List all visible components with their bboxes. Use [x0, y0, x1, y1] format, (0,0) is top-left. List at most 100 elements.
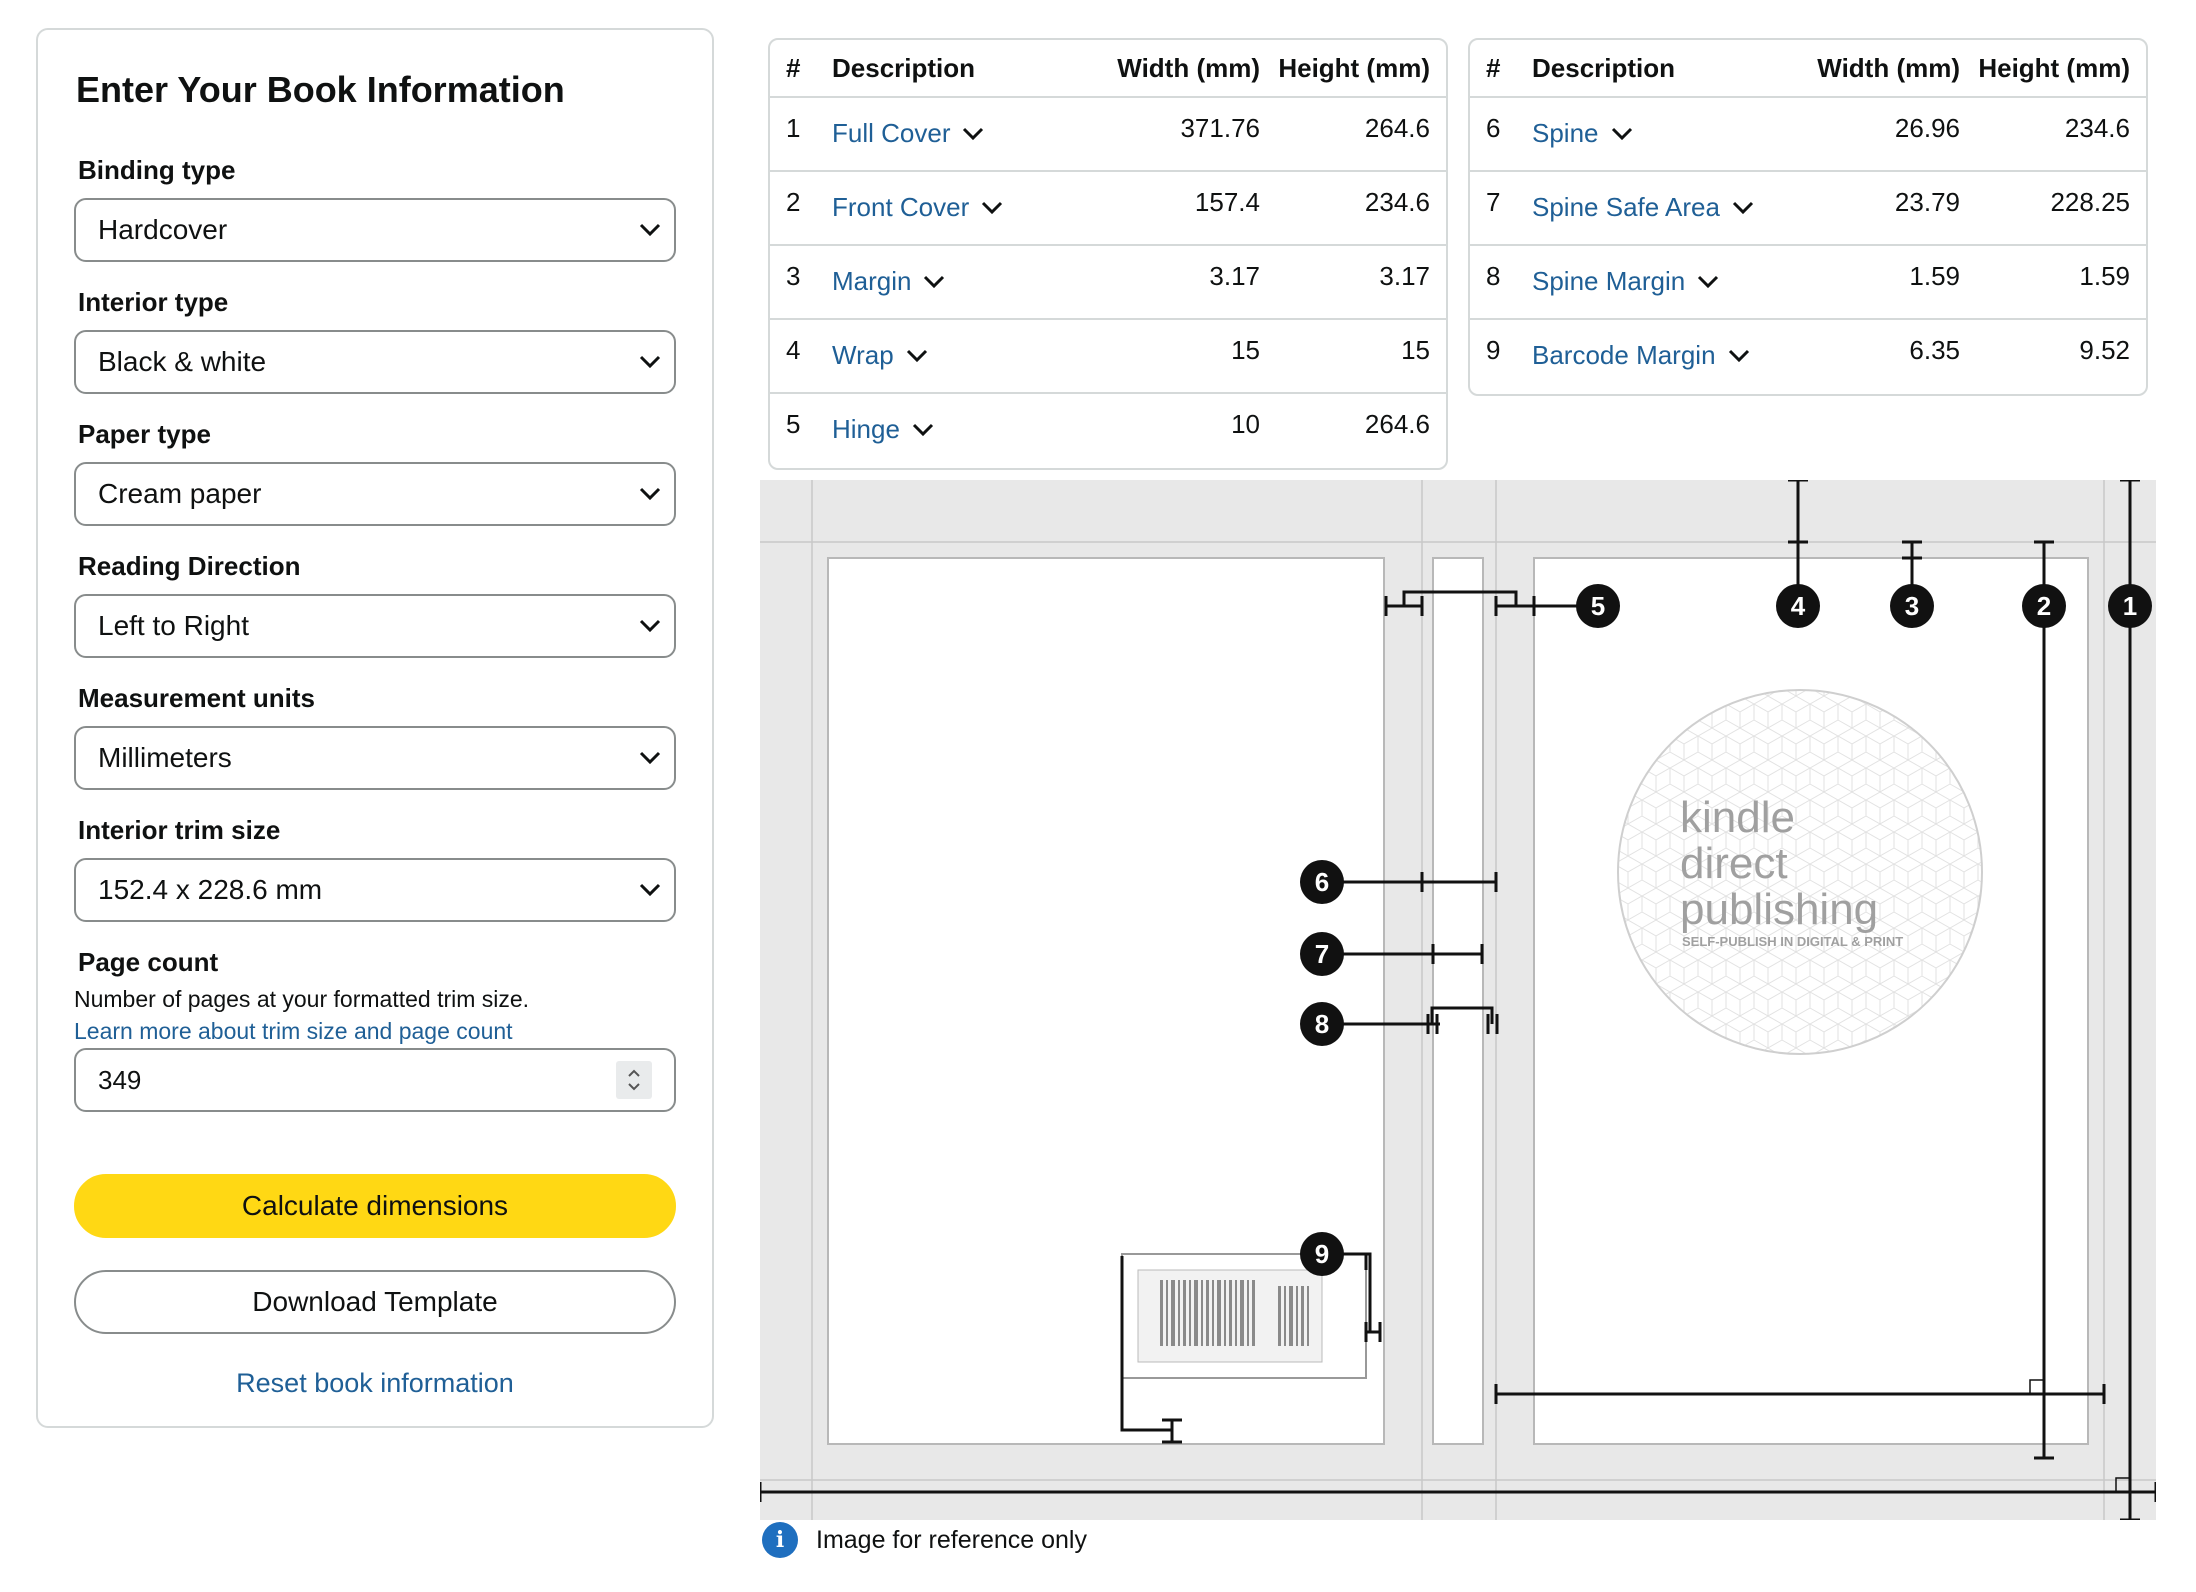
form-title: Enter Your Book Information [76, 69, 565, 110]
chevron-down-icon [626, 606, 674, 646]
svg-text:7: 7 [1315, 939, 1329, 969]
row-width: 3.17 [1209, 261, 1260, 291]
chevron-down-icon [626, 474, 674, 514]
chevron-down-icon[interactable] [958, 122, 988, 146]
row-width: 23.79 [1894, 187, 1960, 217]
reference-note: i Image for reference only [762, 1522, 1087, 1558]
dimensions-table-right: # Description Width (mm) Height (mm) 6 S… [1468, 38, 2148, 396]
trim-size-label: Interior trim size [78, 815, 281, 845]
row-width: 371.76 [1180, 113, 1260, 143]
table-row: 9 Barcode Margin 6.35 9.52 [1470, 320, 2146, 394]
row-desc-link[interactable]: Full Cover [832, 118, 950, 149]
row-height: 15 [1401, 335, 1430, 365]
chevron-down-icon[interactable] [1728, 196, 1758, 220]
row-num: 6 [1486, 113, 1501, 143]
page-count-value: 349 [98, 1064, 142, 1095]
binding-type-select[interactable]: Hardcover [74, 198, 676, 262]
calculate-dimensions-button[interactable]: Calculate dimensions [74, 1174, 676, 1238]
trim-size-help-link[interactable]: Learn more about trim size and page coun… [74, 1016, 513, 1046]
row-desc-link[interactable]: Spine [1532, 118, 1599, 149]
callout-3: 3 [1890, 584, 1934, 628]
chevron-down-icon[interactable] [1724, 344, 1754, 368]
row-desc-link[interactable]: Hinge [832, 414, 900, 445]
row-height: 234.6 [1364, 187, 1430, 217]
table-row: 1 Full Cover 371.76 264.6 [770, 98, 1446, 172]
row-width: 157.4 [1194, 187, 1260, 217]
svg-text:3: 3 [1905, 591, 1919, 621]
logo-tagline: SELF-PUBLISH IN DIGITAL & PRINT [1682, 934, 1903, 949]
col-height-header: Height (mm) [1978, 52, 2130, 83]
table-row: 2 Front Cover 157.4 234.6 [770, 172, 1446, 246]
page-count-input[interactable]: 349 [74, 1048, 676, 1112]
table-row: 7 Spine Safe Area 23.79 228.25 [1470, 172, 2146, 246]
interior-type-value: Black & white [98, 346, 267, 377]
row-desc-link[interactable]: Wrap [832, 340, 894, 371]
chevron-down-icon[interactable] [919, 270, 949, 294]
row-width: 1.59 [1909, 261, 1960, 291]
col-height-header: Height (mm) [1278, 52, 1430, 83]
chevron-down-icon [626, 738, 674, 778]
reset-book-info-link[interactable]: Reset book information [74, 1368, 676, 1399]
svg-text:6: 6 [1315, 867, 1329, 897]
chevron-down-icon [626, 210, 674, 250]
row-width: 26.96 [1894, 113, 1960, 143]
row-height: 3.17 [1379, 261, 1430, 291]
logo-line2: direct [1680, 839, 1788, 888]
callout-5: 5 [1576, 584, 1620, 628]
table-row: 8 Spine Margin 1.59 1.59 [1470, 246, 2146, 320]
col-desc-header: Description [1532, 52, 1676, 83]
chevron-down-icon [626, 870, 674, 910]
col-width-header: Width (mm) [1117, 52, 1260, 83]
svg-text:9: 9 [1315, 1239, 1329, 1269]
number-stepper-icon[interactable] [616, 1061, 652, 1099]
download-template-button[interactable]: Download Template [74, 1270, 676, 1334]
row-num: 8 [1486, 261, 1501, 291]
row-num: 2 [786, 187, 801, 217]
row-num: 4 [786, 335, 801, 365]
page-count-hint: Number of pages at your formatted trim s… [74, 986, 530, 1012]
row-desc-link[interactable]: Barcode Margin [1532, 340, 1716, 371]
row-desc-link[interactable]: Spine Safe Area [1532, 192, 1720, 223]
row-num: 3 [786, 261, 801, 291]
chevron-down-icon[interactable] [908, 418, 938, 442]
row-height: 234.6 [2064, 113, 2130, 143]
row-num: 5 [786, 409, 801, 439]
reading-direction-value: Left to Right [98, 610, 249, 641]
chevron-down-icon[interactable] [1693, 270, 1723, 294]
callout-2: 2 [2022, 584, 2066, 628]
row-height: 1.59 [2079, 261, 2130, 291]
row-desc-link[interactable]: Margin [832, 266, 911, 297]
callout-8: 8 [1300, 1002, 1344, 1046]
chevron-down-icon[interactable] [1607, 122, 1637, 146]
table-header: # Description Width (mm) Height (mm) [1470, 40, 2146, 98]
spine-panel [1432, 557, 1484, 1445]
row-height: 264.6 [1364, 409, 1430, 439]
col-desc-header: Description [832, 52, 976, 83]
table-row: 6 Spine 26.96 234.6 [1470, 98, 2146, 172]
measurement-units-label: Measurement units [78, 683, 315, 713]
chevron-down-icon[interactable] [977, 196, 1007, 220]
interior-type-label: Interior type [78, 287, 229, 317]
trim-size-value: 152.4 x 228.6 mm [98, 874, 323, 905]
col-num-header: # [786, 52, 801, 83]
measurement-units-select[interactable]: Millimeters [74, 726, 676, 790]
interior-type-select[interactable]: Black & white [74, 330, 676, 394]
chevron-down-icon[interactable] [902, 344, 932, 368]
col-num-header: # [1486, 52, 1501, 83]
binding-type-label: Binding type [78, 155, 236, 185]
trim-size-select[interactable]: 152.4 x 228.6 mm [74, 858, 676, 922]
table-row: 4 Wrap 15 15 [770, 320, 1446, 394]
reference-note-text: Image for reference only [816, 1525, 1087, 1554]
row-width: 15 [1231, 335, 1260, 365]
svg-text:5: 5 [1591, 591, 1605, 621]
table-header: # Description Width (mm) Height (mm) [770, 40, 1446, 98]
reading-direction-select[interactable]: Left to Right [74, 594, 676, 658]
binding-type-value: Hardcover [98, 214, 228, 245]
row-desc-link[interactable]: Spine Margin [1532, 266, 1685, 297]
chevron-down-icon [626, 342, 674, 382]
reading-direction-label: Reading Direction [78, 551, 301, 581]
row-desc-link[interactable]: Front Cover [832, 192, 969, 223]
row-width: 6.35 [1909, 335, 1960, 365]
callout-7: 7 [1300, 932, 1344, 976]
paper-type-select[interactable]: Cream paper [74, 462, 676, 526]
